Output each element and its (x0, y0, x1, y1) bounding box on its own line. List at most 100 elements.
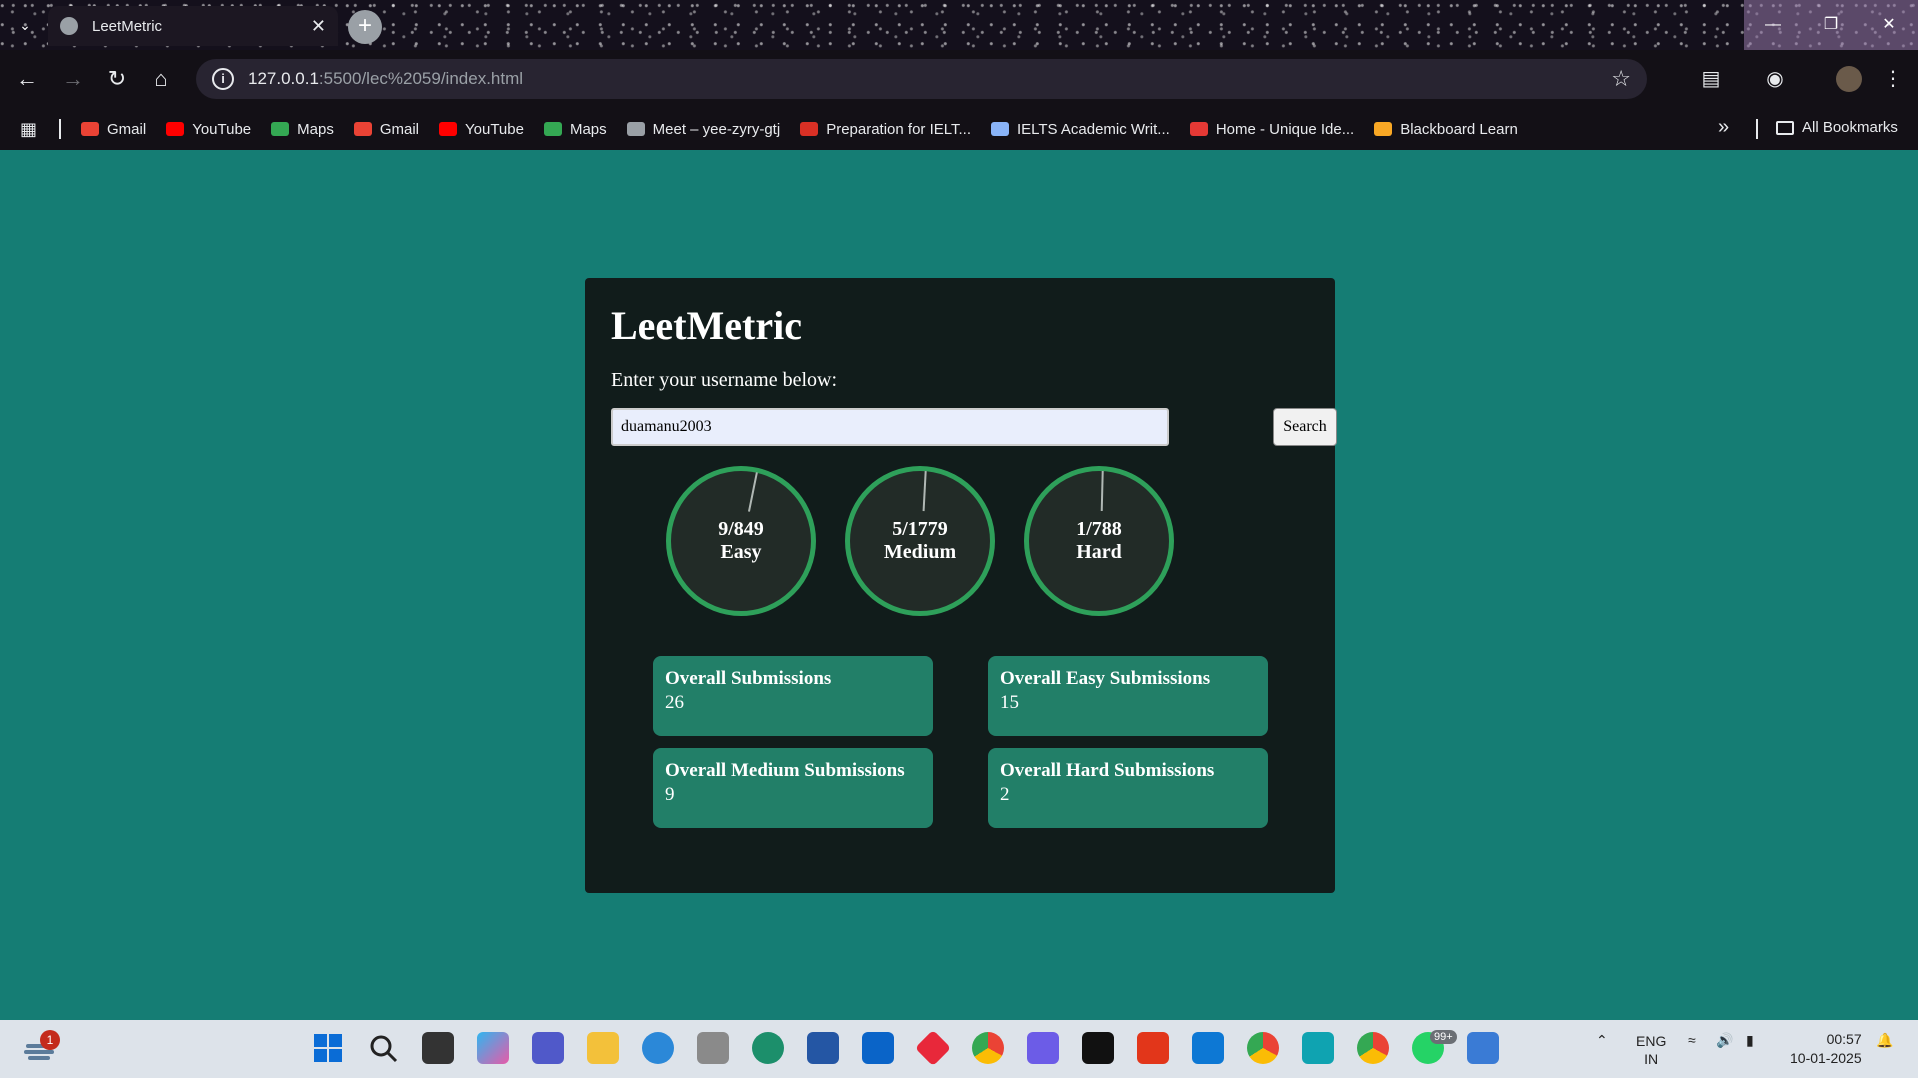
menu-icon[interactable]: ⋮ (1878, 64, 1908, 94)
reload-button[interactable]: ↻ (102, 64, 132, 94)
bookmark-item[interactable]: Preparation for IELT... (800, 121, 971, 138)
bookmark-favicon-icon (1374, 122, 1393, 136)
bookmarks-divider (59, 119, 62, 139)
bookmark-list: Gmail YouTube Maps Gmail YouTube Maps Meet – y… (81, 121, 1538, 138)
chrome-icon[interactable] (972, 1032, 1004, 1064)
m-app-icon[interactable] (1302, 1032, 1334, 1064)
wps-icon[interactable] (1137, 1032, 1169, 1064)
forward-button[interactable]: → (58, 64, 88, 94)
task-view-icon[interactable] (422, 1032, 454, 1064)
progress-marker (1100, 470, 1104, 512)
adobe-app-icon[interactable] (1082, 1032, 1114, 1064)
chrome-m-profile-icon[interactable] (1357, 1032, 1389, 1064)
vscode-icon[interactable] (1192, 1032, 1224, 1064)
edge-icon[interactable] (752, 1032, 784, 1064)
bookmark-item[interactable]: YouTube (439, 121, 524, 138)
store-icon[interactable] (807, 1032, 839, 1064)
extensions-icon[interactable]: ▤ (1696, 64, 1726, 94)
snipping-tool-icon[interactable] (1467, 1032, 1499, 1064)
home-button[interactable]: ⌂ (146, 64, 176, 94)
medium-solved-count: 5/1779 (892, 518, 948, 540)
bookmark-label: Gmail (107, 120, 147, 138)
close-window-button[interactable]: ✕ (1860, 0, 1918, 50)
red-app-icon[interactable] (914, 1029, 952, 1067)
pen-tool-icon[interactable] (697, 1032, 729, 1064)
bookmark-item[interactable]: Gmail (353, 121, 419, 138)
region-code: IN (1644, 1051, 1659, 1067)
all-bookmarks-label: All Bookmarks (1802, 119, 1898, 136)
clock-time: 00:57 (1826, 1031, 1862, 1047)
bookmark-item[interactable]: Gmail (81, 121, 146, 138)
bookmark-label: Meet – yee-zyry-gtj (652, 120, 781, 138)
battery-icon[interactable]: ▮ (1746, 1032, 1754, 1049)
stat-value: 2 (1000, 784, 1010, 805)
close-tab-icon[interactable]: ✕ (311, 16, 326, 37)
search-button[interactable]: Search (1273, 408, 1337, 446)
url-path: :5500/lec%2059/index.html (318, 69, 524, 88)
profile-avatar[interactable] (1836, 66, 1862, 92)
chrome-profile-icon[interactable] (1247, 1032, 1279, 1064)
browser-titlebar: ⌄ LeetMetric ✕ + — ❐ ✕ (0, 0, 1918, 50)
stat-label: Overall Hard Submissions (1000, 760, 1215, 781)
windows-start-icon[interactable] (312, 1032, 344, 1064)
windows-taskbar (0, 1020, 1918, 1078)
bookmark-label: IELTS Academic Writ... (1016, 120, 1170, 138)
teams-icon[interactable] (532, 1032, 564, 1064)
easy-label: Easy (720, 541, 762, 563)
copilot-icon[interactable] (477, 1032, 509, 1064)
leetmetric-card: LeetMetric Enter your username below: Se… (585, 278, 1337, 893)
bookmark-item[interactable]: Maps (543, 121, 607, 138)
site-info-icon[interactable]: i (212, 68, 234, 90)
minimize-button[interactable]: — (1744, 0, 1802, 50)
notification-badge: 1 (40, 1030, 60, 1050)
notification-icon[interactable]: 🔔 (1876, 1032, 1893, 1049)
bookmark-item[interactable]: Home - Unique Ide... (1189, 121, 1354, 138)
bookmark-star-icon[interactable]: ☆ (1611, 66, 1631, 92)
language-indicator[interactable]: ENG IN (1636, 1032, 1666, 1068)
restore-button[interactable]: ❐ (1802, 0, 1860, 50)
bookmark-item[interactable]: YouTube (166, 121, 251, 138)
tab-search-button[interactable]: ⌄ (12, 12, 38, 38)
hard-progress-circle: 1/788 Hard (1024, 466, 1174, 616)
username-input[interactable] (611, 408, 1169, 446)
stat-card-overall: Overall Submissions 26 (653, 656, 933, 736)
new-tab-button[interactable]: + (348, 10, 382, 44)
tray-chevron-icon[interactable]: ⌃ (1596, 1032, 1608, 1049)
browser-toolbar: ← → ↻ ⌂ i 127.0.0.1 :5500/lec%2059/index… (0, 50, 1918, 108)
file-explorer-icon[interactable] (587, 1032, 619, 1064)
all-bookmarks-button[interactable]: All Bookmarks (1776, 119, 1898, 136)
outlook-icon[interactable] (862, 1032, 894, 1064)
search-icon[interactable] (367, 1032, 399, 1064)
back-button[interactable]: ← (12, 64, 42, 94)
hard-solved-count: 1/788 (1076, 518, 1122, 540)
bookmark-item[interactable]: Blackboard Learn (1374, 121, 1518, 138)
bookmarks-bar: ▦ Gmail YouTube Maps Gmail YouTube Maps Meet –… (0, 108, 1918, 150)
progress-marker (747, 472, 758, 512)
bookmark-item[interactable]: IELTS Academic Writ... (990, 120, 1170, 138)
wifi-icon[interactable]: ≈ (1688, 1032, 1696, 1048)
apps-grid-icon[interactable]: ▦ (20, 119, 37, 140)
tab-title: LeetMetric (92, 17, 163, 35)
tab-leetmetric[interactable]: LeetMetric ✕ (48, 6, 338, 46)
bookmark-label: Blackboard Learn (1400, 120, 1518, 138)
bookmark-favicon-icon (81, 122, 100, 136)
system-clock[interactable]: 00:57 10-01-2025 (1790, 1030, 1862, 1068)
purple-app-icon[interactable] (1027, 1032, 1059, 1064)
address-bar[interactable]: i 127.0.0.1 :5500/lec%2059/index.html ☆ (196, 59, 1647, 99)
more-bookmarks-icon[interactable]: » (1718, 116, 1729, 139)
stat-card-easy: Overall Easy Submissions 15 (988, 656, 1268, 736)
bookmark-item[interactable]: Maps (271, 121, 334, 138)
bookmark-label: Preparation for IELT... (826, 120, 971, 138)
edge-beta-icon[interactable] (642, 1032, 674, 1064)
volume-icon[interactable]: 🔊 (1716, 1032, 1733, 1049)
screenshot-icon[interactable]: ◉ (1760, 64, 1790, 94)
bookmark-favicon-icon (271, 122, 290, 136)
bookmark-label: YouTube (192, 120, 252, 138)
stat-label: Overall Easy Submissions (1000, 668, 1211, 689)
window-controls: — ❐ ✕ (1744, 0, 1918, 50)
bookmark-favicon-icon (166, 122, 185, 136)
bookmark-item[interactable]: Meet – yee-zyry-gtj (626, 120, 781, 138)
folder-icon (1776, 120, 1794, 135)
bookmark-label: YouTube (465, 120, 524, 138)
stat-label: Overall Medium Submissions (665, 760, 905, 781)
